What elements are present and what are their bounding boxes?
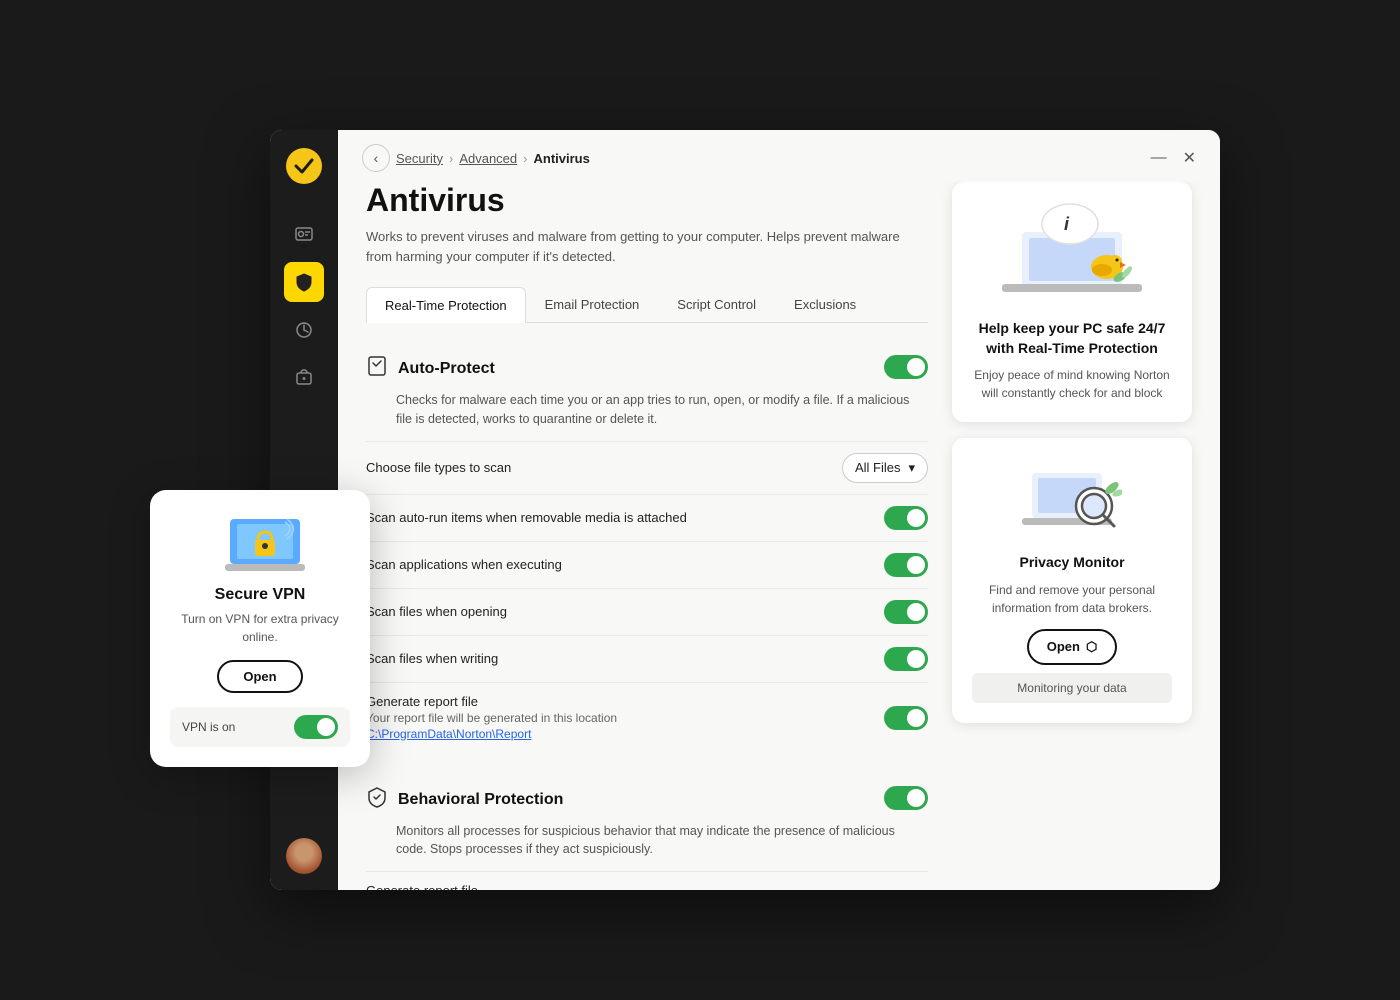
breadcrumb: ‹ Security › Advanced › Antivirus [362,144,590,172]
auto-protect-title: Auto-Protect [398,360,495,378]
auto-protect-description: Checks for malware each time you or an a… [396,391,928,429]
sidebar-item-identity[interactable] [284,214,324,254]
user-avatar[interactable] [286,838,322,874]
avatar-image [286,838,322,874]
auto-protect-icon [366,355,388,383]
tabs-container: Real-Time Protection Email Protection Sc… [366,286,928,323]
scan-autorun-setting: Scan auto-run items when removable media… [366,494,928,541]
scan-apps-label: Scan applications when executing [366,557,562,572]
generate-report-info: Generate report file Your report file wi… [366,694,617,743]
title-bar: ‹ Security › Advanced › Antivirus — ✕ [338,130,1220,182]
scan-writing-label: Scan files when writing [366,651,498,666]
tab-email-protection[interactable]: Email Protection [526,286,659,322]
page-title: Antivirus [366,182,928,219]
generate-report-sub: Your report file will be generated in th… [366,711,617,725]
behavioral-protection-section: Behavioral Protection ✓ Monitors all pro… [366,774,928,891]
vpn-illustration [225,514,295,574]
generate-report-label: Generate report file [366,694,617,709]
right-panel: i [952,182,1192,866]
vpn-toggle[interactable]: ✓ [294,715,338,739]
tab-exclusions[interactable]: Exclusions [775,286,875,322]
realtime-promo-desc: Enjoy peace of mind knowing Norton will … [972,366,1172,402]
vpn-open-button[interactable]: Open [217,660,302,693]
privacy-monitor-title: Privacy Monitor [972,553,1172,573]
privacy-monitor-status: Monitoring your data [972,673,1172,703]
privacy-monitor-desc: Find and remove your personal informatio… [972,581,1172,617]
norton-logo [284,146,324,186]
left-panel: Antivirus Works to prevent viruses and m… [366,182,928,866]
breadcrumb-current: Antivirus [533,151,589,166]
privacy-monitor-open-button[interactable]: Open ⬡ [1027,629,1118,665]
vpn-status-label: VPN is on [182,720,235,734]
toggle-thumb [317,718,335,736]
page-description: Works to prevent viruses and malware fro… [366,227,926,266]
scan-opening-label: Scan files when opening [366,604,507,619]
vpn-title: Secure VPN [170,586,350,604]
app-container: Secure VPN Turn on VPN for extra privacy… [150,90,1250,910]
privacy-monitor-illustration [972,458,1172,543]
main-content: ‹ Security › Advanced › Antivirus — ✕ An… [338,130,1220,890]
realtime-illustration: i [972,202,1172,307]
behavioral-title: Behavioral Protection [398,791,563,809]
behavioral-report-setting: Generate report file Your report file wi… [366,871,928,890]
report-path-link[interactable]: C:\ProgramData\Norton\Report [366,727,531,741]
file-types-label: Choose file types to scan [366,460,511,475]
scan-apps-toggle[interactable]: ✓ [884,553,928,577]
close-button[interactable]: ✕ [1183,148,1196,168]
generate-report-toggle[interactable]: ✓ [884,706,928,730]
scan-writing-setting: Scan files when writing ✓ [366,635,928,682]
sidebar-item-security[interactable] [284,262,324,302]
breadcrumb-advanced[interactable]: Advanced [459,151,517,166]
behavioral-protection-header: Behavioral Protection ✓ [366,774,928,822]
behavioral-report-info: Generate report file Your report file wi… [366,883,617,890]
scan-writing-toggle[interactable]: ✓ [884,647,928,671]
privacy-monitor-card: Privacy Monitor Find and remove your per… [952,438,1192,723]
auto-protect-section: Auto-Protect ✓ Checks for malware each t… [366,343,928,754]
generate-report-setting: Generate report file Your report file wi… [366,682,928,754]
sidebar-bottom [286,838,322,874]
behavioral-icon [366,786,388,814]
vpn-description: Turn on VPN for extra privacy online. [170,610,350,646]
sidebar-item-vault[interactable] [284,358,324,398]
back-button[interactable]: ‹ [362,144,390,172]
main-window: ‹ Security › Advanced › Antivirus — ✕ An… [270,130,1220,890]
behavioral-report-label: Generate report file [366,883,617,890]
auto-protect-header: Auto-Protect ✓ [366,343,928,391]
file-types-setting: Choose file types to scan All Files ▾ [366,441,928,494]
sidebar-item-performance[interactable] [284,310,324,350]
vpn-popup: Secure VPN Turn on VPN for extra privacy… [150,490,370,767]
behavioral-description: Monitors all processes for suspicious be… [396,822,928,860]
realtime-promo-title: Help keep your PC safe 24/7 with Real-Ti… [972,319,1172,358]
scan-opening-toggle[interactable]: ✓ [884,600,928,624]
realtime-promo-card: i [952,182,1192,422]
window-controls: — ✕ [1151,148,1196,168]
scan-opening-setting: Scan files when opening ✓ [366,588,928,635]
tab-realtime-protection[interactable]: Real-Time Protection [366,287,526,323]
section-title-row: Auto-Protect [366,355,495,383]
auto-protect-toggle[interactable]: ✓ [884,355,928,379]
tab-script-control[interactable]: Script Control [658,286,775,322]
behavioral-toggle[interactable]: ✓ [884,786,928,810]
file-types-dropdown[interactable]: All Files ▾ [842,453,928,483]
behavioral-title-row: Behavioral Protection [366,786,563,814]
scan-autorun-label: Scan auto-run items when removable media… [366,510,687,525]
vpn-status-row: VPN is on ✓ [170,707,350,747]
breadcrumb-security[interactable]: Security [396,151,443,166]
minimize-button[interactable]: — [1151,148,1167,168]
scan-autorun-toggle[interactable]: ✓ [884,506,928,530]
page-content: Antivirus Works to prevent viruses and m… [338,182,1220,890]
scan-apps-setting: Scan applications when executing ✓ [366,541,928,588]
